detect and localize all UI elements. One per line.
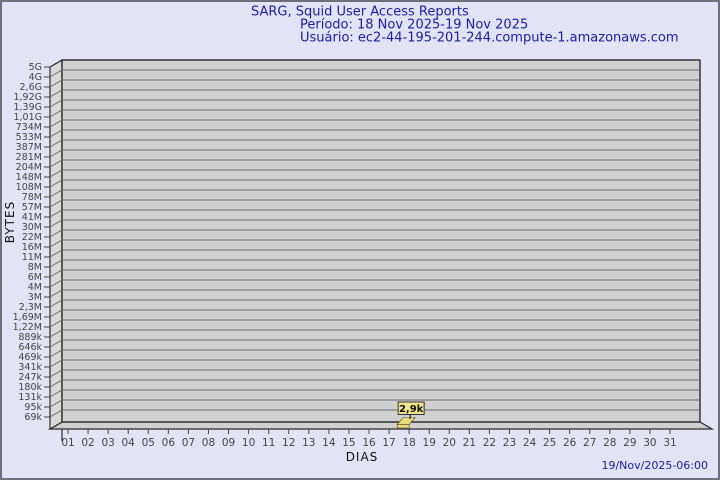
x-tick-label: 18 xyxy=(402,437,415,449)
x-tick-label: 17 xyxy=(382,437,395,449)
plot-area: 5G4G2,6G1,92G1,39G1,01G734M533M387M281M2… xyxy=(13,58,715,449)
x-tick-label: 21 xyxy=(463,437,476,449)
x-tick-label: 23 xyxy=(503,437,516,449)
report-timestamp: 19/Nov/2025-06:00 xyxy=(601,459,708,472)
x-tick-label: 22 xyxy=(483,437,496,449)
x-tick-label: 08 xyxy=(202,437,215,449)
x-tick-label: 07 xyxy=(182,437,195,449)
x-tick-label: 10 xyxy=(242,437,255,449)
x-tick-label: 11 xyxy=(262,437,275,449)
floor-3d xyxy=(47,421,715,430)
x-tick-label: 04 xyxy=(122,437,136,449)
back-wall xyxy=(61,59,701,423)
y-tick-label: 69k xyxy=(24,412,42,423)
x-tick-label: 26 xyxy=(563,437,577,449)
chart-user: Usuário: ec2-44-195-201-244.compute-1.am… xyxy=(300,31,679,46)
x-tick-label: 24 xyxy=(523,437,537,449)
x-tick-label: 20 xyxy=(443,437,456,449)
x-tick-label: 29 xyxy=(623,437,636,449)
x-tick-label: 03 xyxy=(101,437,114,449)
x-tick-label: 01 xyxy=(61,437,74,449)
x-tick-label: 31 xyxy=(663,437,676,449)
x-tick-label: 30 xyxy=(643,437,656,449)
data-bar-front xyxy=(396,424,410,429)
x-tick-label: 15 xyxy=(342,437,355,449)
sarg-report-window: SARG, Squid User Access Reports Período:… xyxy=(0,0,720,480)
x-axis-title: DIAS xyxy=(346,450,379,464)
x-tick-label: 09 xyxy=(222,437,235,449)
x-tick-label: 13 xyxy=(302,437,315,449)
x-tick-label: 27 xyxy=(583,437,596,449)
x-tick-label: 25 xyxy=(543,437,556,449)
x-tick-label: 14 xyxy=(322,437,336,449)
x-tick-label: 16 xyxy=(362,437,376,449)
x-tick-label: 05 xyxy=(142,437,155,449)
sarg-chart: SARG, Squid User Access Reports Período:… xyxy=(0,0,720,480)
x-tick-label: 06 xyxy=(162,437,176,449)
x-tick-label: 12 xyxy=(282,437,295,449)
x-tick-label: 02 xyxy=(81,437,94,449)
y-axis-title: BYTES xyxy=(3,201,17,243)
x-tick-label: 28 xyxy=(603,437,616,449)
x-tick-label: 19 xyxy=(423,437,436,449)
data-label-value: 2,9k xyxy=(399,404,424,415)
